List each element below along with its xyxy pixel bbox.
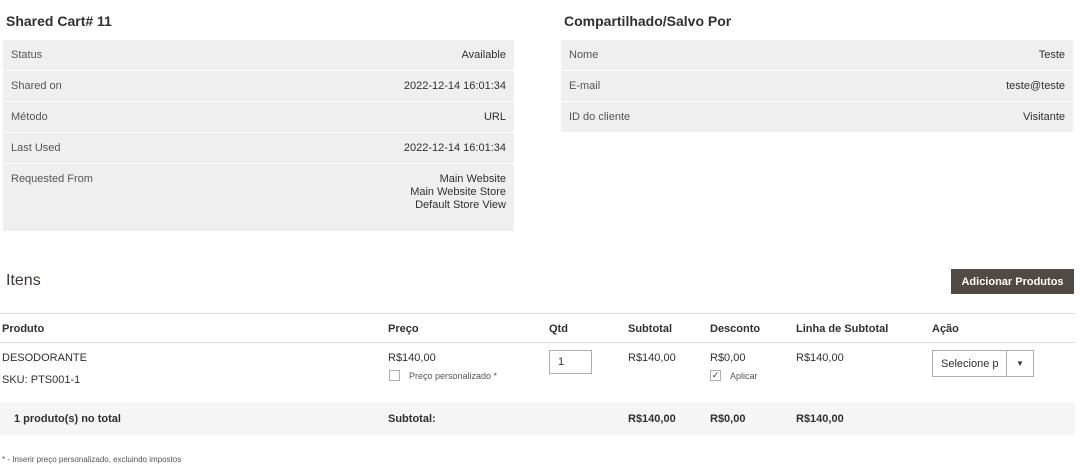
- method-value: URL: [483, 111, 506, 123]
- grid-header: Produto Preço Qtd Subtotal Desconto Linh…: [0, 313, 1075, 343]
- method-row: Método URL: [3, 102, 514, 133]
- col-qty: Qtd: [549, 323, 568, 335]
- requested-from-row: Requested From Main Website Main Website…: [3, 164, 514, 232]
- customer-id-label: ID do cliente: [569, 111, 631, 123]
- shared-on-value: 2022-12-14 16:01:34: [403, 80, 506, 92]
- customer-id-row: ID do cliente Visitante: [561, 102, 1073, 133]
- totals-subtotal: R$140,00: [628, 413, 676, 425]
- product-sku: SKU: PTS001-1: [2, 374, 81, 386]
- store-line: Main Website Store: [410, 186, 506, 198]
- shared-on-label: Shared on: [11, 80, 62, 92]
- row-line-subtotal: R$140,00: [796, 352, 844, 364]
- row-subtotal: R$140,00: [628, 352, 676, 364]
- custom-price-checkbox[interactable]: [389, 370, 400, 381]
- action-select[interactable]: Selecione p ▼: [932, 350, 1034, 377]
- last-used-label: Last Used: [11, 142, 61, 154]
- shared-on-row: Shared on 2022-12-14 16:01:34: [3, 71, 514, 102]
- right-info-table: Nome Teste E-mail teste@teste ID do clie…: [561, 40, 1073, 133]
- custom-price-footnote: * - Inserir preço personalizado, excluin…: [2, 455, 182, 464]
- store-view-line: Default Store View: [415, 199, 506, 211]
- col-action: Ação: [932, 323, 959, 335]
- status-value: Available: [461, 49, 506, 61]
- name-row: Nome Teste: [561, 40, 1073, 71]
- col-subtotal: Subtotal: [628, 323, 672, 335]
- col-discount: Desconto: [710, 323, 761, 335]
- custom-price-label: Preço personalizado *: [409, 371, 498, 381]
- product-name: DESODORANTE: [2, 352, 87, 364]
- shared-by-title: Compartilhado/Salvo Por: [564, 13, 732, 29]
- name-value: Teste: [1038, 49, 1065, 61]
- name-label: Nome: [569, 49, 599, 61]
- totals-discount: R$0,00: [710, 413, 746, 425]
- left-info-table: Status Available Shared on 2022-12-14 16…: [3, 40, 514, 232]
- chevron-down-icon[interactable]: ▼: [1006, 351, 1033, 376]
- last-used-value: 2022-12-14 16:01:34: [403, 142, 506, 154]
- requested-from-label: Requested From: [11, 173, 93, 185]
- qty-input[interactable]: 1: [549, 350, 592, 374]
- email-label: E-mail: [569, 80, 601, 92]
- status-label: Status: [11, 49, 43, 61]
- method-label: Método: [11, 111, 48, 123]
- totals-row: 1 produto(s) no total Subtotal: R$140,00…: [0, 402, 1075, 435]
- action-select-value: Selecione p: [941, 358, 999, 370]
- email-row: E-mail teste@teste: [561, 71, 1073, 102]
- total-count: 1 produto(s) no total: [14, 413, 121, 425]
- shared-cart-title: Shared Cart# 11: [6, 13, 112, 29]
- customer-id-value: Visitante: [1023, 111, 1065, 123]
- col-price: Preço: [388, 323, 419, 335]
- website-line: Main Website: [439, 173, 506, 185]
- requested-from-value: Main Website Main Website Store Default …: [402, 173, 514, 212]
- apply-label: Aplicar: [730, 371, 758, 381]
- status-row: Status Available: [3, 40, 514, 71]
- email-value: teste@teste: [1006, 80, 1065, 92]
- apply-discount-checkbox[interactable]: ✓: [710, 370, 721, 381]
- last-used-row: Last Used 2022-12-14 16:01:34: [3, 133, 514, 164]
- items-title: Itens: [6, 272, 41, 289]
- totals-subtotal-label: Subtotal:: [388, 413, 436, 425]
- row-discount: R$0,00: [710, 352, 746, 364]
- col-line-subtotal: Linha de Subtotal: [796, 323, 889, 335]
- check-icon: ✓: [711, 370, 720, 380]
- qty-value: 1: [558, 356, 565, 368]
- product-price: R$140,00: [388, 352, 436, 364]
- col-product: Produto: [2, 323, 45, 335]
- add-products-button[interactable]: Adicionar Produtos: [951, 269, 1074, 294]
- totals-line-subtotal: R$140,00: [796, 413, 844, 425]
